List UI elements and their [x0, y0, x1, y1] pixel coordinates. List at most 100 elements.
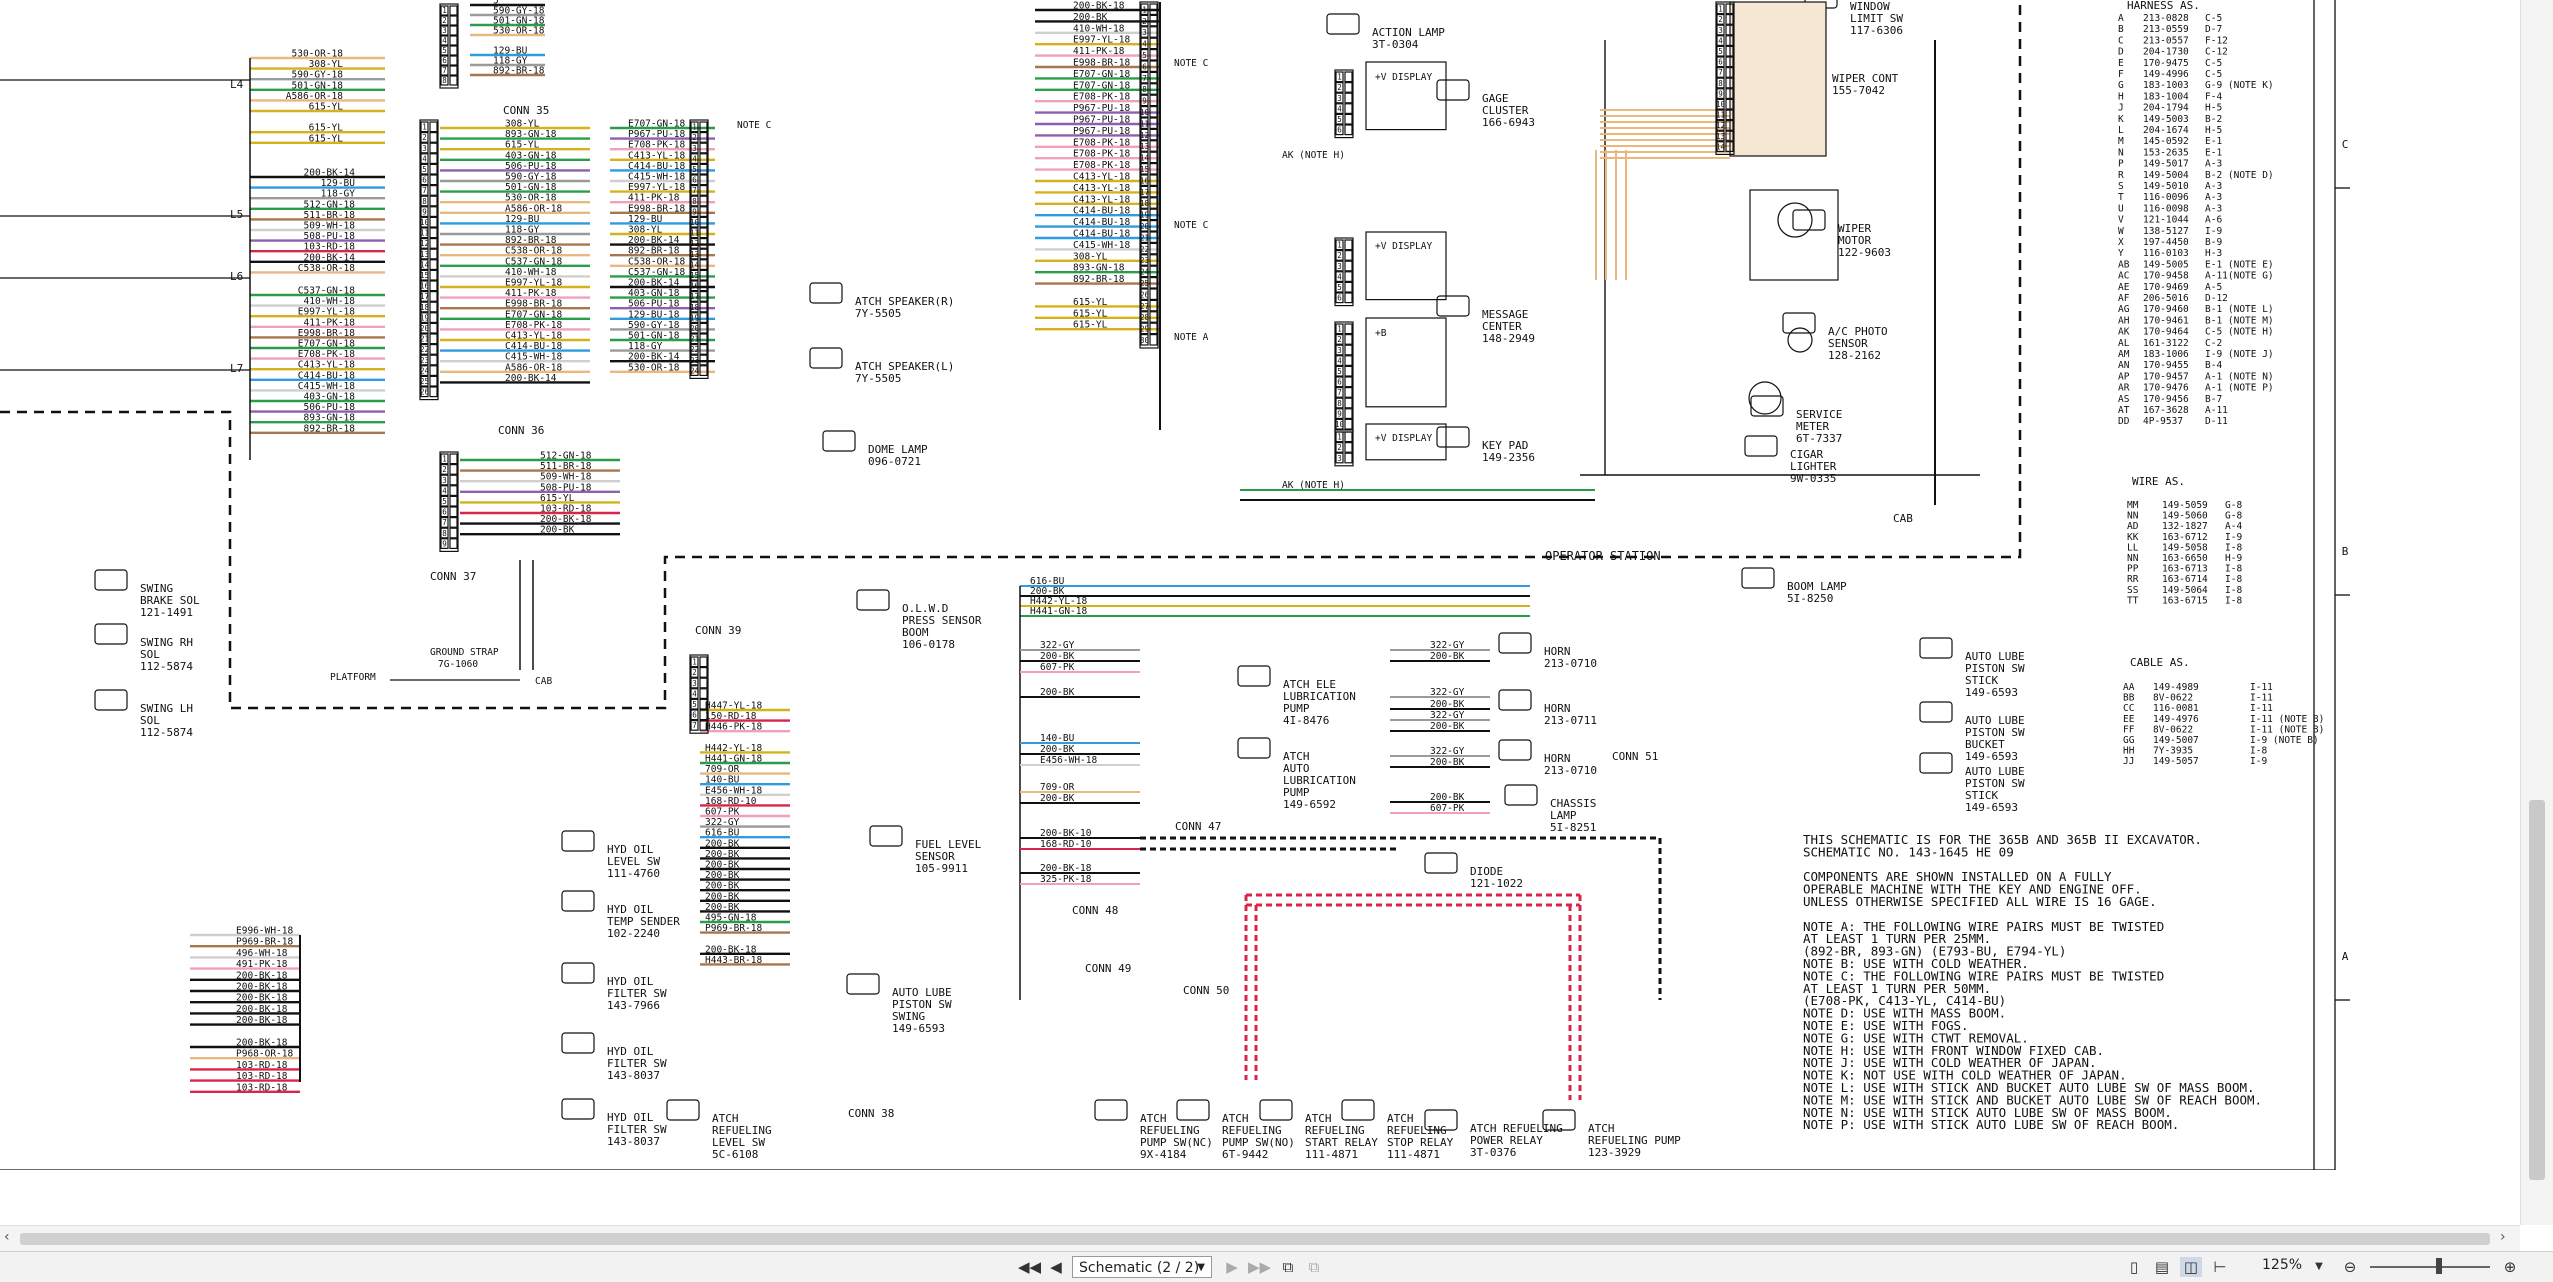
horizontal-scrollbar[interactable]: ‹ ›: [0, 1225, 2520, 1252]
hyd_filter3-part-number: 143-8037: [607, 1135, 660, 1148]
zoom-in-icon[interactable]: ⊕: [2500, 1257, 2520, 1277]
mid-top-wire-label: 892-BR-18: [1073, 274, 1125, 285]
wiring-schematic: 54321CBA 530-OR-18308-YL590-GY-18501-GN-…: [0, 0, 2553, 1170]
grid-row-label: C: [2342, 138, 2349, 151]
bundle-tag: L5: [230, 208, 243, 221]
conn35-wire-label: C414-BU-18: [505, 341, 562, 352]
conn35-right-wire-label: E998-BR-18: [628, 203, 685, 214]
l5-wire-label: 118-GY: [321, 189, 356, 200]
swing_rh-part-number: 112-5874: [140, 660, 193, 673]
harness-row-part: 170-9460: [2143, 304, 2189, 315]
wire-row-part: 163-6715: [2162, 595, 2208, 606]
harness-row-id: AC: [2118, 271, 2129, 282]
harness-row-location: C-2: [2205, 338, 2222, 349]
connector-35-pin-number: 16: [420, 282, 430, 291]
l7-wire-label: E707-GN-18: [298, 339, 355, 350]
harness-row-location: E-1: [2205, 136, 2222, 147]
harness-row-location: B-9: [2205, 237, 2222, 248]
l5-wire-label: 103-RD-18: [304, 242, 356, 253]
vertical-scroll-thumb[interactable]: [2529, 800, 2545, 1180]
previous-page-icon[interactable]: ◀: [1046, 1257, 1066, 1277]
conn35-wire-label: C415-WH-18: [505, 352, 562, 363]
hyd-bundle-wire-label: 103-RD-18: [236, 1082, 288, 1093]
continuous-page-icon[interactable]: ▤: [2152, 1257, 2172, 1277]
l7-wire-label: 892-BR-18: [304, 423, 356, 434]
conn39-wire-label: 616-BU: [705, 828, 740, 839]
mid-top-wire-label: C413-YL-18: [1073, 172, 1130, 183]
zoom-level[interactable]: 125%: [2262, 1257, 2302, 1273]
connector-35b-pin-number: 11: [690, 229, 699, 238]
connector-35b-pin-number: 17: [690, 292, 699, 301]
copy-icon[interactable]: ⧉: [1278, 1257, 1298, 1277]
connector-35-pin-number: 24: [420, 366, 430, 375]
harness-row-part: 145-0592: [2143, 136, 2189, 147]
zoom-dropdown-icon[interactable]: ▼: [2312, 1257, 2326, 1277]
two-page-icon[interactable]: ◫: [2180, 1257, 2202, 1277]
cable-row-location: I-11 (NOTE B): [2250, 714, 2324, 725]
grid-row-label: B: [2342, 545, 2349, 558]
harness-row-part: 149-5003: [2143, 114, 2189, 125]
operator-wire-label: 140-BU: [1040, 733, 1075, 744]
connector-35-pin-number: 10: [420, 218, 430, 227]
harness-row-part: 170-9475: [2143, 58, 2189, 69]
single-page-icon[interactable]: ▯: [2124, 1257, 2144, 1277]
wire-row-part: 163-6713: [2162, 564, 2208, 575]
conn39-wire-label: H447-YL-18: [705, 701, 762, 712]
horn1-part-number: 213-0710: [1544, 657, 1597, 670]
zoom-out-icon[interactable]: ⊖: [2340, 1257, 2360, 1277]
conn35-top-wire-label: 530-OR-18: [493, 26, 545, 37]
harness-row-part: 170-9461: [2143, 315, 2189, 326]
operator-wire-label: 200-BK: [1040, 687, 1075, 698]
harness-row-part: 170-9469: [2143, 282, 2189, 293]
cable-row-location: I-11: [2250, 703, 2273, 714]
harness-row-location: A-11(NOTE G): [2205, 271, 2274, 282]
last-page-icon[interactable]: ▶▶: [1248, 1257, 1271, 1277]
wiper-connector-pin-number: 12: [1716, 121, 1725, 130]
mid-top-wire-label: C414-BU-18: [1073, 229, 1130, 240]
first-page-icon[interactable]: ◀◀: [1018, 1257, 1041, 1277]
scroll-left-icon[interactable]: ‹: [4, 1229, 10, 1245]
wire-row-part: 149-5058: [2162, 542, 2208, 553]
cable-row-part: 149-5007: [2153, 735, 2199, 746]
conn35-wire-label: E708-PK-18: [505, 320, 562, 331]
vertical-scrollbar[interactable]: [2520, 0, 2553, 1225]
harness-row-id: AB: [2118, 259, 2130, 270]
hyd-bundle-wire-label: 200-BK-18: [236, 1038, 288, 1049]
horizontal-scroll-thumb[interactable]: [20, 1233, 2490, 1245]
wiper-connector-pin-number: 1: [1718, 5, 1723, 14]
conn39-wire-label: 140-BU: [705, 775, 740, 786]
duplicate-icon[interactable]: ⧉: [1304, 1257, 1324, 1277]
wiper-connector-pin-number: 14: [1716, 142, 1726, 151]
ak-note-label: AK (NOTE H): [1282, 150, 1345, 161]
page-select[interactable]: Schematic (2 / 2) ▼: [1072, 1256, 1212, 1278]
cable-row-part: 116-0081: [2153, 703, 2199, 714]
scroll-right-icon[interactable]: ›: [2500, 1229, 2506, 1245]
bundle-tag: L7: [230, 362, 243, 375]
connector-35-pin-number: 21: [420, 335, 429, 344]
mid-top-wire-label: P967-PU-18: [1073, 115, 1130, 126]
harness-row-part: 149-5004: [2143, 170, 2189, 181]
wiper-connector-pin-number: 8: [1718, 79, 1723, 88]
mid-top-wire-label: E708-PK-18: [1073, 137, 1130, 148]
hyd-bundle-wire-label: 496-WH-18: [236, 948, 288, 959]
wire-row-location: I-8: [2225, 564, 2242, 575]
cable-row-part: 8V-0622: [2153, 693, 2193, 704]
next-page-icon[interactable]: ▶: [1222, 1257, 1242, 1277]
refuel_stop-part-number: 111-4871: [1387, 1148, 1440, 1161]
operator-wire-label: 200-BK: [1040, 744, 1075, 755]
cable-row-part: 149-4989: [2153, 682, 2199, 693]
harness-row-location: H-3: [2205, 248, 2222, 259]
harness-row-location: C-5: [2205, 69, 2222, 80]
zoom-slider[interactable]: [2370, 1266, 2490, 1268]
connector-35-pin-number: 22: [420, 345, 429, 354]
harness-row-location: B-2 (NOTE D): [2205, 170, 2274, 181]
harness-row-id: AR: [2118, 383, 2130, 394]
wire-row-location: G-8: [2225, 500, 2242, 511]
wire-row-id: SS: [2127, 585, 2139, 596]
wire-row-id: LL: [2127, 542, 2139, 553]
pin-function: +V DISPLAY: [1375, 433, 1432, 444]
connector-35-pin-number: 23: [420, 356, 429, 365]
zoom-slider-handle[interactable]: [2436, 1258, 2442, 1274]
fit-width-icon[interactable]: ⊢: [2210, 1257, 2230, 1277]
harness-row-location: I-9 (NOTE J): [2205, 349, 2274, 360]
